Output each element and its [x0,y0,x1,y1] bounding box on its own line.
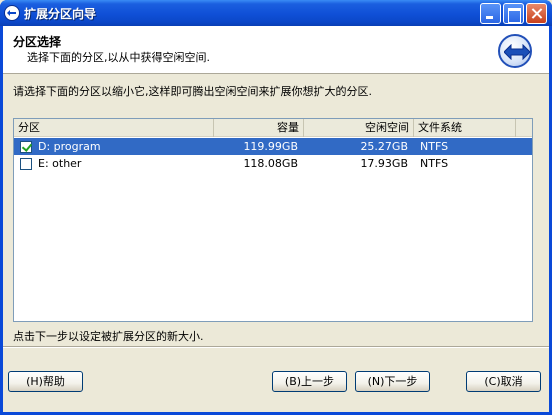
divider [3,346,549,348]
window-title: 扩展分区向导 [24,7,97,21]
column-header-capacity[interactable]: 容量 [214,119,304,137]
column-header-filesystem[interactable]: 文件系统 [414,119,516,137]
checkbox-icon[interactable] [20,158,32,170]
partition-filesystem: NTFS [420,157,449,170]
close-icon[interactable] [526,3,547,24]
wizard-client-area: 分区选择 选择下面的分区,以从中获得空闲空间. 请选择下面的分区以缩小它,这样即… [3,26,549,412]
back-button[interactable]: (B)上一步 [272,371,347,392]
cancel-button[interactable]: (C)取消 [466,371,541,392]
column-header-name[interactable]: 分区 [14,119,214,137]
partition-capacity: 118.08GB [243,157,298,170]
next-button[interactable]: (N)下一步 [355,371,430,392]
minimize-icon[interactable] [480,3,501,24]
list-header: 分区 容量 空闲空间 文件系统 [14,119,532,137]
instruction-text: 请选择下面的分区以缩小它,这样即可腾出空闲空间来扩展你想扩大的分区. [13,85,372,98]
checkbox-icon[interactable] [20,141,32,153]
title-bar[interactable]: 扩展分区向导 [0,0,552,26]
help-button[interactable]: (H)帮助 [8,371,83,392]
maximize-icon[interactable] [503,3,524,24]
table-row[interactable]: E: other 118.08GB 17.93GB NTFS [14,155,532,172]
page-title: 分区选择 [13,35,62,49]
wizard-arrows-icon [4,5,20,21]
column-header-free-space[interactable]: 空闲空间 [304,119,414,137]
wizard-header: 分区选择 选择下面的分区,以从中获得空闲空间. [3,26,549,74]
wizard-window: 扩展分区向导 分区选择 选择下面的分区,以从中获得空闲空间. 请选择下面的分区以… [0,0,552,415]
hint-text: 点击下一步以设定被扩展分区的新大小. [13,330,204,343]
partition-capacity: 119.99GB [243,140,298,153]
partition-list[interactable]: 分区 容量 空闲空间 文件系统 D: program 119.99GB 25.2… [13,118,533,322]
partition-filesystem: NTFS [420,140,449,153]
partition-free-space: 17.93GB [360,157,408,170]
expand-arrows-icon [498,34,532,68]
page-subtitle: 选择下面的分区,以从中获得空闲空间. [27,51,210,64]
table-row[interactable]: D: program 119.99GB 25.27GB NTFS [14,138,532,155]
partition-name: D: program [38,140,101,153]
partition-free-space: 25.27GB [360,140,408,153]
partition-name: E: other [38,157,82,170]
